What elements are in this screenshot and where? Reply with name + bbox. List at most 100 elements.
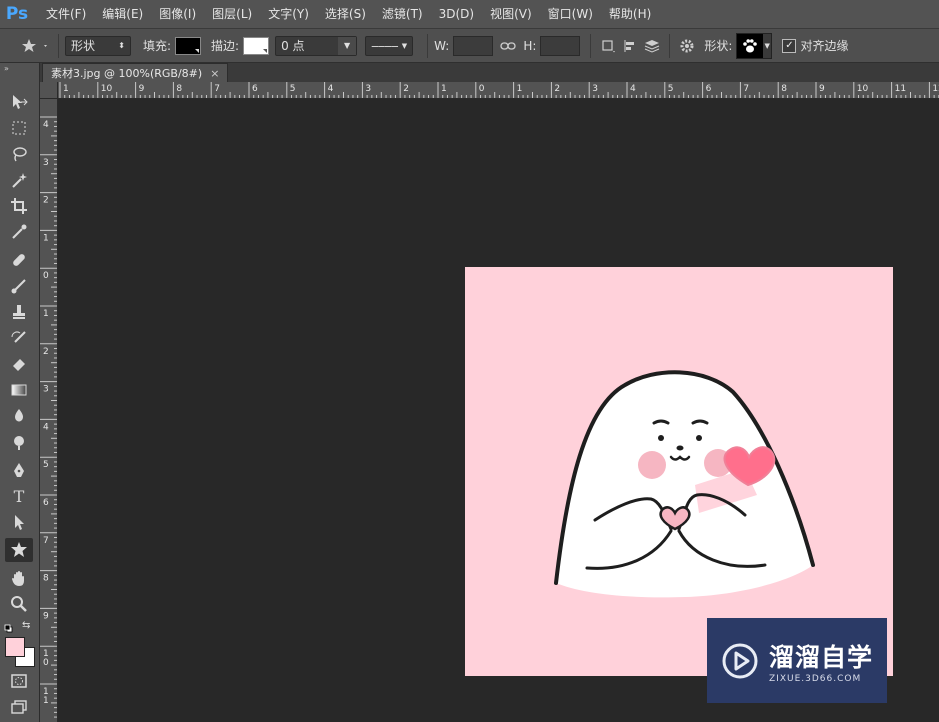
- menu-view[interactable]: 视图(V): [482, 0, 540, 28]
- ruler-ticks: 1109876543210123456789101112: [59, 82, 939, 98]
- panel-collapse-icon[interactable]: »: [4, 64, 9, 73]
- fill-color-swatch[interactable]: [175, 36, 202, 55]
- ruler-label: 7: [214, 84, 220, 94]
- ruler-label: 5: [668, 84, 674, 94]
- crop-tool-icon[interactable]: [5, 194, 33, 218]
- menu-3d[interactable]: 3D(D): [431, 0, 482, 28]
- blur-tool-icon[interactable]: [5, 404, 33, 428]
- link-icon[interactable]: [497, 35, 519, 57]
- default-colors-icon[interactable]: [4, 622, 13, 633]
- ruler-label: 8: [176, 84, 182, 94]
- ruler-label: 3: [43, 158, 49, 168]
- ruler-label: 5: [43, 460, 49, 470]
- pen-tool-icon[interactable]: [5, 458, 33, 482]
- divider: [669, 33, 671, 58]
- document-tab-bar: 素材3.jpg @ 100%(RGB/8#) ×: [40, 63, 939, 82]
- path-alignment-icon[interactable]: [619, 35, 641, 57]
- seal-character-illustration: [554, 370, 815, 598]
- ruler-label: 8: [43, 574, 49, 584]
- ruler-label: 3: [365, 84, 371, 94]
- ruler-label: 4: [43, 120, 49, 130]
- ruler-label: 7: [43, 536, 49, 546]
- menu-select[interactable]: 选择(S): [317, 0, 374, 28]
- hand-tool-icon[interactable]: [5, 566, 33, 590]
- shape-label: 形状:: [704, 39, 733, 53]
- menu-filter[interactable]: 滤镜(T): [374, 0, 431, 28]
- stroke-width-field[interactable]: 0 点 ▼: [275, 35, 358, 56]
- ruler-label: 1: [517, 84, 523, 94]
- history-brush-tool-icon[interactable]: [5, 326, 33, 350]
- lasso-tool-icon[interactable]: [5, 142, 33, 166]
- stroke-color-swatch[interactable]: [243, 36, 270, 55]
- ruler-label: 7: [743, 84, 749, 94]
- ruler-label: 6: [252, 84, 258, 94]
- eyedropper-tool-icon[interactable]: [5, 220, 33, 244]
- vertical-ruler[interactable]: 432101234567891011: [40, 99, 58, 722]
- menu-type[interactable]: 文字(Y): [260, 0, 317, 28]
- paw-print-icon: [737, 33, 764, 58]
- path-operations-icon[interactable]: [597, 35, 619, 57]
- width-label: W:: [434, 38, 450, 53]
- ruler-label: 1: [441, 84, 447, 94]
- width-input[interactable]: [453, 35, 494, 56]
- foreground-color-swatch[interactable]: [5, 637, 25, 657]
- magic-wand-tool-icon[interactable]: [5, 168, 33, 192]
- ruler-label: 3: [592, 84, 598, 94]
- menu-help[interactable]: 帮助(H): [601, 0, 659, 28]
- gradient-tool-icon[interactable]: [5, 378, 33, 402]
- eraser-tool-icon[interactable]: [5, 352, 33, 376]
- ruler-ticks: 432101234567891011: [40, 116, 57, 718]
- path-arrangement-icon[interactable]: [641, 35, 663, 57]
- ruler-label: 0: [43, 271, 49, 281]
- ruler-label: 8: [781, 84, 787, 94]
- photoshop-logo: Ps: [5, 4, 29, 24]
- healing-brush-tool-icon[interactable]: [5, 248, 33, 272]
- menu-image[interactable]: 图像(I): [151, 0, 204, 28]
- align-edges-checkbox[interactable]: ✓: [782, 38, 797, 53]
- ruler-label: 4: [630, 84, 636, 94]
- chevron-down-icon: ▼: [401, 41, 408, 50]
- document-tab-title: 素材3.jpg @ 100%(RGB/8#): [51, 67, 203, 80]
- menu-edit[interactable]: 编辑(E): [94, 0, 151, 28]
- ruler-label: 10: [857, 84, 869, 94]
- close-icon[interactable]: ×: [210, 67, 219, 80]
- move-tool-icon[interactable]: [5, 90, 33, 114]
- fill-label: 填充:: [143, 39, 172, 53]
- ruler-label: 1: [43, 309, 49, 319]
- zoom-tool-icon[interactable]: [5, 592, 33, 616]
- document-tab[interactable]: 素材3.jpg @ 100%(RGB/8#) ×: [42, 63, 229, 82]
- dashed-line-icon: ‒‒‒‒: [371, 38, 399, 53]
- gear-icon[interactable]: [676, 35, 698, 57]
- dodge-tool-icon[interactable]: [5, 430, 33, 454]
- ruler-label: 5: [290, 84, 296, 94]
- swap-colors-icon[interactable]: ⇆: [22, 620, 30, 631]
- document-canvas[interactable]: [465, 267, 893, 676]
- divider: [590, 33, 592, 58]
- custom-shape-tool-icon[interactable]: [5, 538, 33, 562]
- clone-stamp-tool-icon[interactable]: [5, 300, 33, 324]
- stroke-type-select[interactable]: ‒‒‒‒ ▼: [365, 35, 414, 56]
- mode-select[interactable]: 形状 ⬍: [65, 35, 131, 56]
- ruler-origin[interactable]: [40, 82, 58, 99]
- custom-shape-tool-preset-icon[interactable]: [18, 35, 52, 57]
- chevron-down-icon: ▼: [764, 41, 770, 50]
- horizontal-ruler[interactable]: 1109876543210123456789101112: [58, 82, 939, 99]
- marquee-tool-icon[interactable]: [5, 116, 33, 140]
- height-input[interactable]: [540, 35, 581, 56]
- menu-layer[interactable]: 图层(L): [204, 0, 260, 28]
- ruler-label: 2: [403, 84, 409, 94]
- divider: [427, 33, 429, 58]
- menu-window[interactable]: 窗口(W): [540, 0, 601, 28]
- path-selection-tool-icon[interactable]: [5, 510, 33, 534]
- ruler-label: 0: [479, 84, 485, 94]
- ruler-label: 12: [932, 84, 939, 94]
- ruler-label: 1: [43, 696, 49, 706]
- menu-file[interactable]: 文件(F): [34, 0, 94, 28]
- ruler-label: 9: [139, 84, 145, 94]
- type-tool-icon[interactable]: T: [5, 484, 33, 508]
- screen-mode-icon[interactable]: [5, 695, 33, 719]
- align-edges-label: 对齐边缘: [800, 39, 849, 53]
- quick-mask-icon[interactable]: [5, 669, 33, 693]
- shape-picker[interactable]: ▼: [736, 32, 773, 59]
- brush-tool-icon[interactable]: [5, 274, 33, 298]
